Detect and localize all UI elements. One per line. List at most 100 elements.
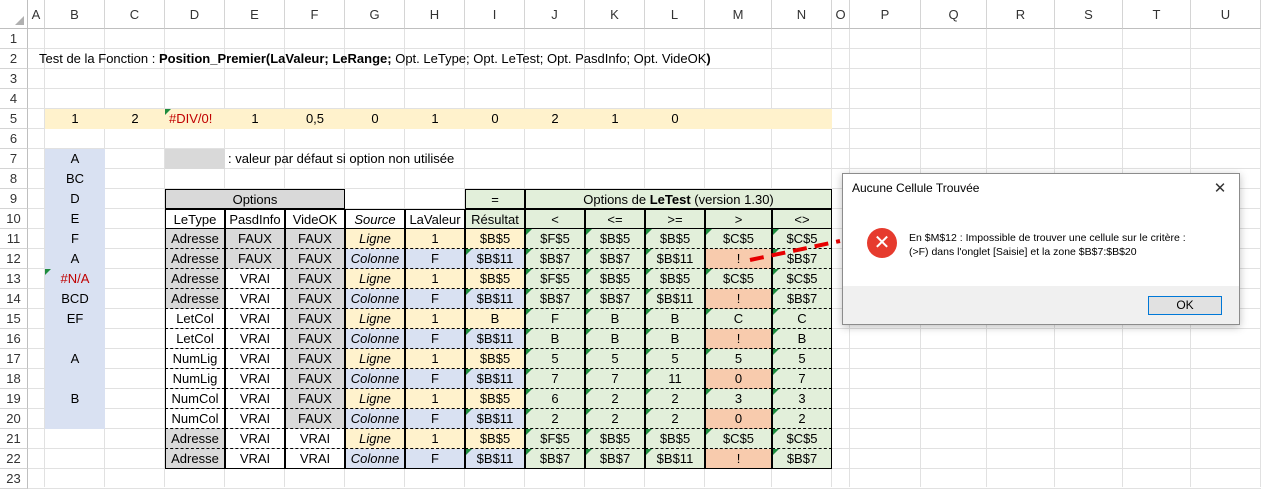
- table-cell[interactable]: NumCol: [165, 409, 225, 429]
- column-header-A[interactable]: A: [28, 0, 45, 29]
- table-cell[interactable]: $B$11: [465, 249, 525, 269]
- column-header-H[interactable]: H: [405, 0, 465, 29]
- column-header-Q[interactable]: Q: [921, 0, 987, 29]
- row-header-1[interactable]: 1: [0, 29, 28, 49]
- row5-value[interactable]: 0: [465, 109, 525, 129]
- table-cell[interactable]: !: [705, 449, 772, 469]
- table-cell[interactable]: VRAI: [225, 329, 285, 349]
- column-header-B[interactable]: B: [45, 0, 105, 29]
- table-cell[interactable]: VRAI: [225, 429, 285, 449]
- table-header-8[interactable]: >=: [645, 209, 705, 229]
- table-cell[interactable]: 11: [645, 369, 705, 389]
- table-cell[interactable]: VRAI: [285, 449, 345, 469]
- table-cell[interactable]: $B$5: [465, 389, 525, 409]
- table-cell[interactable]: $F$5: [525, 429, 585, 449]
- table-cell[interactable]: $F$5: [525, 269, 585, 289]
- table-header-2[interactable]: VideOK: [285, 209, 345, 229]
- row5-value[interactable]: 2: [525, 109, 585, 129]
- colB-value[interactable]: [45, 329, 105, 349]
- table-cell[interactable]: B: [525, 329, 585, 349]
- table-cell[interactable]: $B$5: [585, 269, 645, 289]
- column-header-N[interactable]: N: [772, 0, 832, 29]
- table-cell[interactable]: FAUX: [285, 409, 345, 429]
- table-cell[interactable]: $B$5: [645, 429, 705, 449]
- row-header-3[interactable]: 3: [0, 69, 28, 89]
- options-header[interactable]: Options: [165, 189, 345, 209]
- row-header-22[interactable]: 22: [0, 449, 28, 469]
- column-header-C[interactable]: C: [105, 0, 165, 29]
- column-header-S[interactable]: S: [1055, 0, 1123, 29]
- column-header-D[interactable]: D: [165, 0, 225, 29]
- table-cell[interactable]: FAUX: [285, 309, 345, 329]
- close-icon[interactable]: ✕: [1209, 178, 1231, 200]
- table-cell[interactable]: FAUX: [285, 349, 345, 369]
- table-header-3[interactable]: Source: [345, 209, 405, 229]
- row5-value[interactable]: 0: [345, 109, 405, 129]
- table-cell[interactable]: 7: [585, 369, 645, 389]
- table-cell[interactable]: C: [705, 309, 772, 329]
- table-cell[interactable]: $C$5: [772, 429, 832, 449]
- table-cell[interactable]: 2: [525, 409, 585, 429]
- table-header-0[interactable]: LeType: [165, 209, 225, 229]
- column-header-T[interactable]: T: [1123, 0, 1191, 29]
- column-header-K[interactable]: K: [585, 0, 645, 29]
- row-header-6[interactable]: 6: [0, 129, 28, 149]
- table-cell[interactable]: B: [585, 309, 645, 329]
- select-all-corner[interactable]: [0, 0, 28, 29]
- row-header-4[interactable]: 4: [0, 89, 28, 109]
- column-header-U[interactable]: U: [1191, 0, 1261, 29]
- table-cell[interactable]: $B$7: [772, 449, 832, 469]
- table-cell[interactable]: B: [465, 309, 525, 329]
- colB-value[interactable]: A: [45, 349, 105, 369]
- table-cell[interactable]: FAUX: [225, 249, 285, 269]
- table-cell[interactable]: $B$11: [465, 409, 525, 429]
- table-cell[interactable]: F: [405, 449, 465, 469]
- table-header-10[interactable]: <>: [772, 209, 832, 229]
- table-cell[interactable]: F: [525, 309, 585, 329]
- row-header-14[interactable]: 14: [0, 289, 28, 309]
- table-cell[interactable]: FAUX: [285, 249, 345, 269]
- row5-value[interactable]: 0: [645, 109, 705, 129]
- table-cell[interactable]: 2: [772, 409, 832, 429]
- table-cell[interactable]: Colonne: [345, 289, 405, 309]
- column-header-J[interactable]: J: [525, 0, 585, 29]
- table-cell[interactable]: $B$5: [585, 429, 645, 449]
- table-cell[interactable]: $C$5: [772, 269, 832, 289]
- table-cell[interactable]: 5: [772, 349, 832, 369]
- column-header-F[interactable]: F: [285, 0, 345, 29]
- row-header-11[interactable]: 11: [0, 229, 28, 249]
- table-cell[interactable]: $B$5: [465, 349, 525, 369]
- colB-value[interactable]: A: [45, 249, 105, 269]
- colB-value[interactable]: B: [45, 389, 105, 409]
- colB-value[interactable]: BC: [45, 169, 105, 189]
- table-header-9[interactable]: >: [705, 209, 772, 229]
- table-cell[interactable]: Ligne: [345, 309, 405, 329]
- table-cell[interactable]: Adresse: [165, 269, 225, 289]
- table-cell[interactable]: 3: [705, 389, 772, 409]
- table-cell[interactable]: 1: [405, 429, 465, 449]
- table-cell[interactable]: FAUX: [285, 229, 345, 249]
- table-cell[interactable]: $B$11: [465, 329, 525, 349]
- table-cell[interactable]: Colonne: [345, 329, 405, 349]
- column-header-I[interactable]: I: [465, 0, 525, 29]
- table-cell[interactable]: $B$7: [585, 449, 645, 469]
- column-header-E[interactable]: E: [225, 0, 285, 29]
- table-cell[interactable]: $B$7: [585, 249, 645, 269]
- colB-value[interactable]: F: [45, 229, 105, 249]
- table-cell[interactable]: VRAI: [225, 449, 285, 469]
- table-header-7[interactable]: <=: [585, 209, 645, 229]
- table-cell[interactable]: $B$7: [525, 289, 585, 309]
- table-cell[interactable]: Adresse: [165, 449, 225, 469]
- table-cell[interactable]: LetCol: [165, 329, 225, 349]
- table-cell[interactable]: $B$5: [465, 429, 525, 449]
- row5-value[interactable]: 1: [225, 109, 285, 129]
- table-cell[interactable]: 2: [645, 409, 705, 429]
- table-header-5[interactable]: Résultat: [465, 209, 525, 229]
- table-cell[interactable]: Adresse: [165, 429, 225, 449]
- table-cell[interactable]: LetCol: [165, 309, 225, 329]
- table-cell[interactable]: B: [772, 329, 832, 349]
- table-cell[interactable]: B: [645, 309, 705, 329]
- table-cell[interactable]: 1: [405, 309, 465, 329]
- table-cell[interactable]: !: [705, 289, 772, 309]
- table-cell[interactable]: FAUX: [225, 229, 285, 249]
